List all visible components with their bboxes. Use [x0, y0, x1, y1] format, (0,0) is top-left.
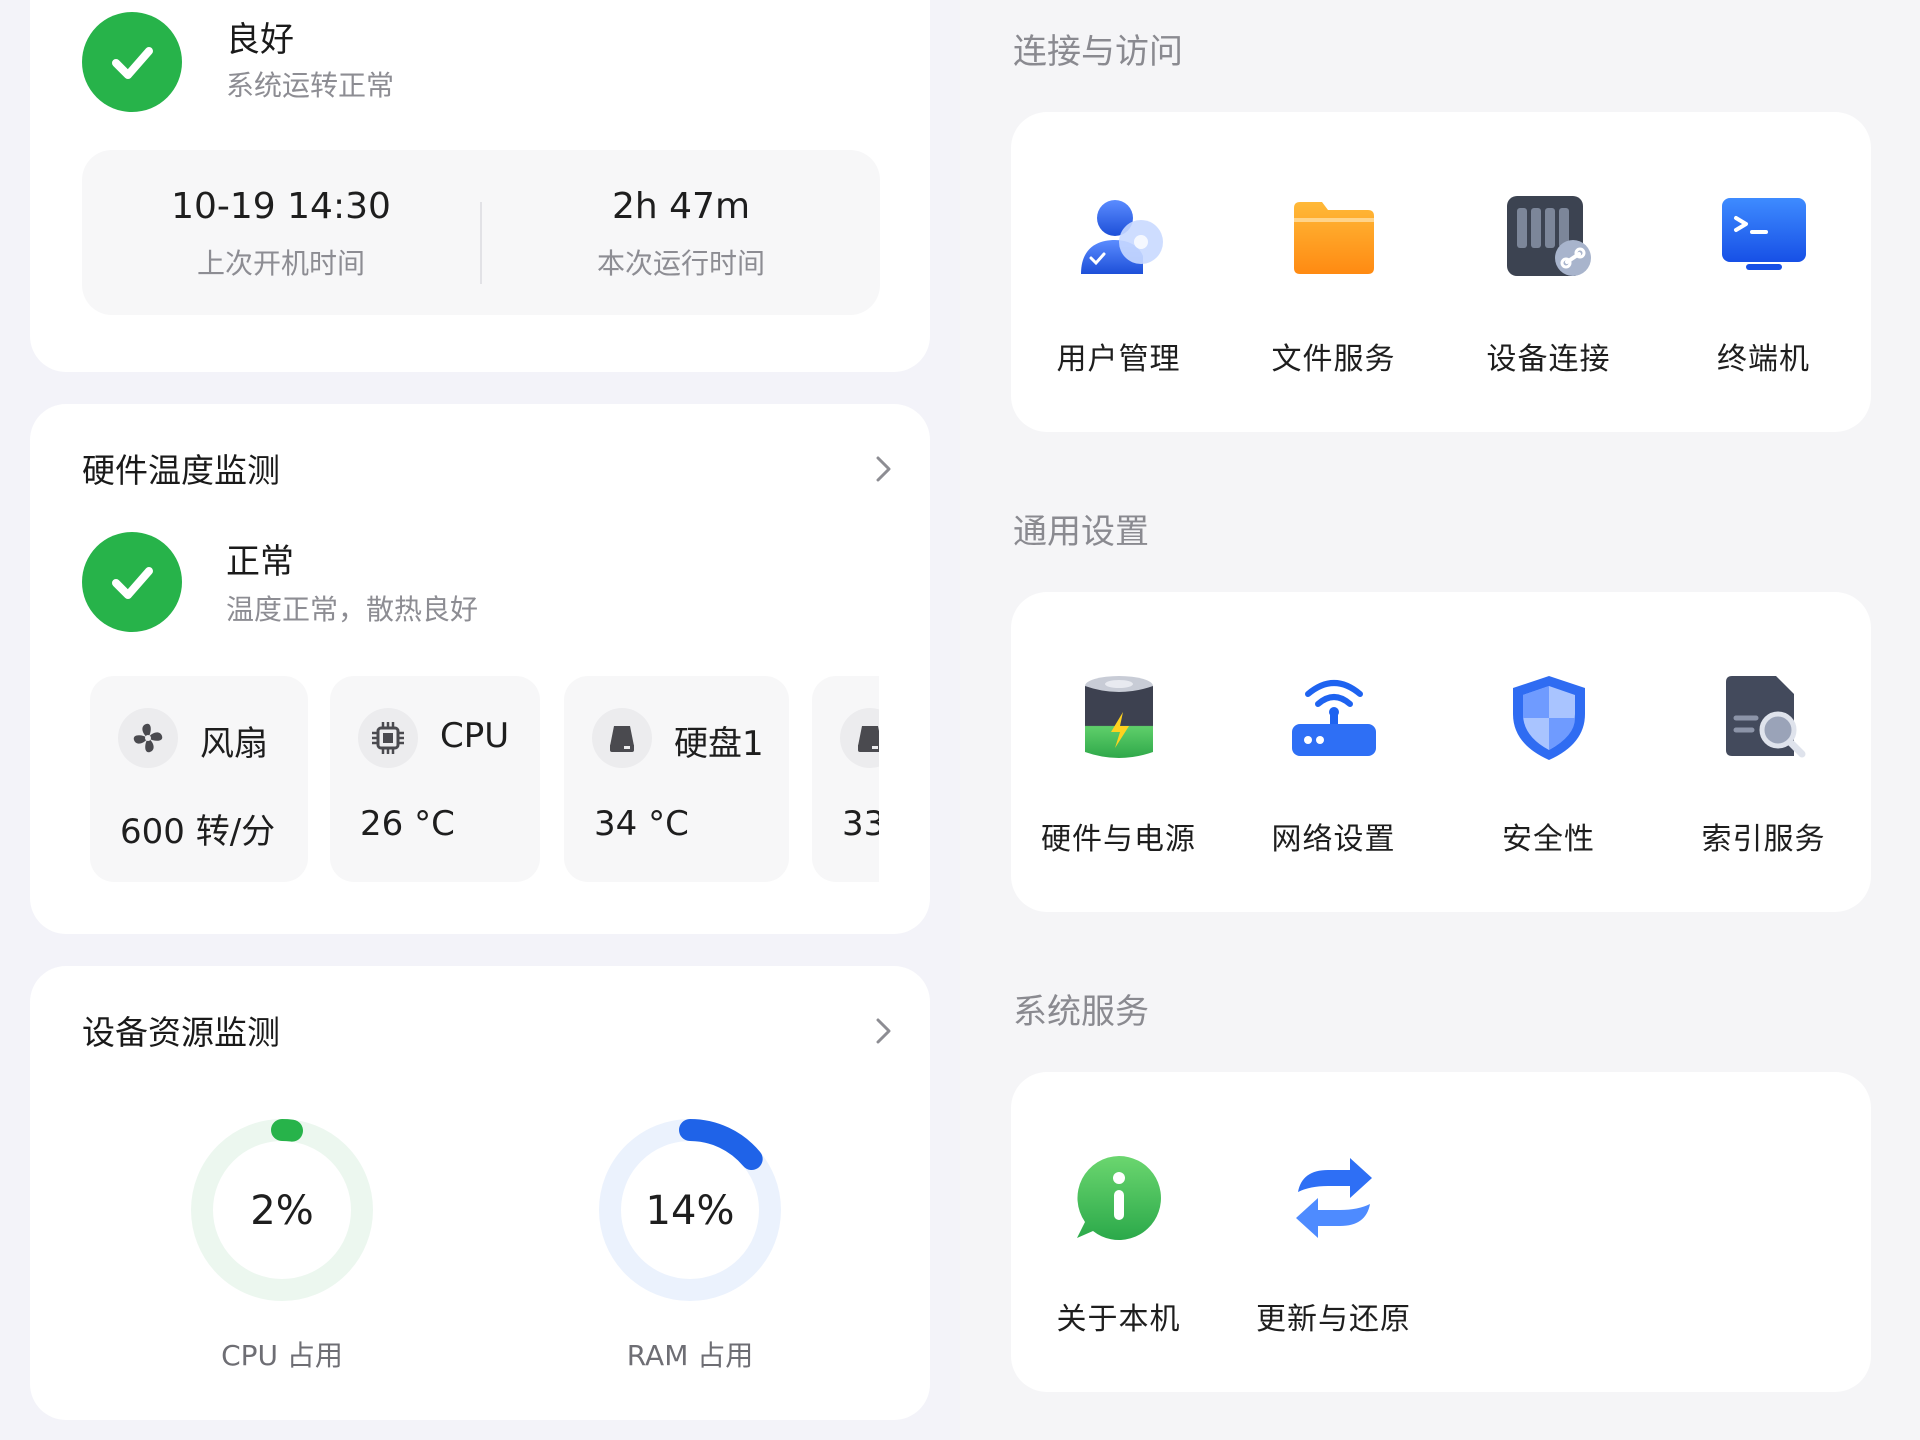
resource-monitor-card[interactable]: 设备资源监测 2% CPU 占用 14% RAM 占用 [30, 966, 930, 1420]
resource-card-title: 设备资源监测 [82, 1013, 280, 1052]
sensor-value: 33 [842, 804, 879, 844]
device-link-button[interactable]: 设备连接 [1441, 112, 1656, 432]
about-device-button[interactable]: 关于本机 [1011, 1072, 1226, 1392]
sensor-name: CPU [440, 716, 510, 756]
section-card-connect: 用户管理 文件服务 设备连接 终端机 [1011, 112, 1871, 432]
user-management-label: 用户管理 [1056, 342, 1181, 377]
last-boot-label: 上次开机时间 [196, 247, 365, 280]
update-restore-button[interactable]: 更新与还原 [1226, 1072, 1441, 1392]
shield-icon [1513, 676, 1585, 760]
hardware-temperature-card[interactable]: 硬件温度监测 正常 温度正常，散热良好 风扇 600 转/分 CPU 26 °C… [30, 404, 930, 934]
cpu-usage-value: 2% [250, 1188, 314, 1234]
uptime-value: 2h 47m [611, 186, 751, 227]
hardware-power-button[interactable]: 硬件与电源 [1011, 592, 1226, 912]
uptime-label: 本次运行时间 [596, 247, 765, 280]
refresh-icon [1296, 1158, 1372, 1238]
sensor-tile-disk1[interactable]: 硬盘1 34 °C [564, 676, 789, 882]
section-title-system: 系统服务 [1013, 992, 1149, 1032]
sensor-value: 26 °C [360, 804, 455, 844]
section-card-general: 硬件与电源 网络设置 安全性 索引服务 [1011, 592, 1871, 912]
device-link-icon [1507, 196, 1591, 276]
index-search-icon [1726, 676, 1806, 758]
system-status-title: 良好 [226, 20, 294, 60]
ok-check-icon [82, 532, 182, 632]
hardware-status-title: 正常 [226, 542, 294, 582]
section-title-connect: 连接与访问 [1013, 32, 1183, 72]
ram-usage-label: RAM 占用 [626, 1339, 754, 1372]
file-service-label: 文件服务 [1271, 342, 1396, 377]
sensor-name: 硬盘1 [674, 724, 764, 764]
folder-icon [1294, 202, 1374, 274]
about-device-label: 关于本机 [1056, 1302, 1181, 1337]
security-label: 安全性 [1502, 822, 1595, 857]
sensor-value: 600 转/分 [120, 812, 276, 852]
file-service-button[interactable]: 文件服务 [1226, 112, 1441, 432]
uptime-box: 10-19 14:30 上次开机时间 2h 47m 本次运行时间 [82, 150, 880, 315]
update-restore-label: 更新与还原 [1256, 1302, 1411, 1337]
cpu-usage-label: CPU 占用 [221, 1339, 343, 1372]
fan-icon [118, 708, 178, 768]
ram-usage-value: 14% [645, 1188, 735, 1234]
section-title-general: 通用设置 [1013, 512, 1149, 552]
device-link-label: 设备连接 [1486, 342, 1611, 377]
terminal-button[interactable]: 终端机 [1656, 112, 1871, 432]
sensor-name: 风扇 [200, 724, 268, 764]
terminal-label: 终端机 [1717, 342, 1810, 377]
sensor-value: 34 °C [594, 804, 689, 844]
last-boot: 10-19 14:30 上次开机时间 [82, 150, 480, 315]
chevron-right-icon[interactable] [868, 1016, 898, 1046]
terminal-icon [1722, 198, 1806, 270]
system-status-card: 良好 系统运转正常 10-19 14:30 上次开机时间 2h 47m 本次运行… [30, 0, 930, 372]
system-status-subtitle: 系统运转正常 [226, 69, 395, 102]
section-card-system: 关于本机 更新与还原 [1011, 1072, 1871, 1392]
last-boot-value: 10-19 14:30 [171, 186, 391, 227]
sensor-tile-disk2[interactable]: 33 [812, 676, 879, 882]
router-icon [1292, 680, 1376, 756]
uptime: 2h 47m 本次运行时间 [482, 150, 880, 315]
ok-check-icon [82, 12, 182, 112]
user-management-button[interactable]: 用户管理 [1011, 112, 1226, 432]
hardware-power-label: 硬件与电源 [1041, 822, 1196, 857]
hardware-card-title: 硬件温度监测 [82, 451, 280, 490]
security-button[interactable]: 安全性 [1441, 592, 1656, 912]
disk-icon [592, 708, 652, 768]
sensor-tiles[interactable]: 风扇 600 转/分 CPU 26 °C 硬盘1 34 °C 33 [82, 670, 879, 882]
battery-icon [1085, 676, 1153, 758]
info-icon [1077, 1156, 1161, 1240]
user-management-icon [1081, 200, 1163, 274]
sensor-tile-cpu[interactable]: CPU 26 °C [330, 676, 540, 882]
sensor-tile-fan[interactable]: 风扇 600 转/分 [90, 676, 308, 882]
chevron-right-icon[interactable] [868, 454, 898, 484]
disk-icon [840, 708, 879, 768]
index-service-button[interactable]: 索引服务 [1656, 592, 1871, 912]
network-settings-button[interactable]: 网络设置 [1226, 592, 1441, 912]
index-service-label: 索引服务 [1701, 822, 1826, 857]
cpu-chip-icon [358, 708, 418, 768]
network-settings-label: 网络设置 [1271, 822, 1396, 857]
hardware-status-subtitle: 温度正常，散热良好 [226, 593, 479, 626]
